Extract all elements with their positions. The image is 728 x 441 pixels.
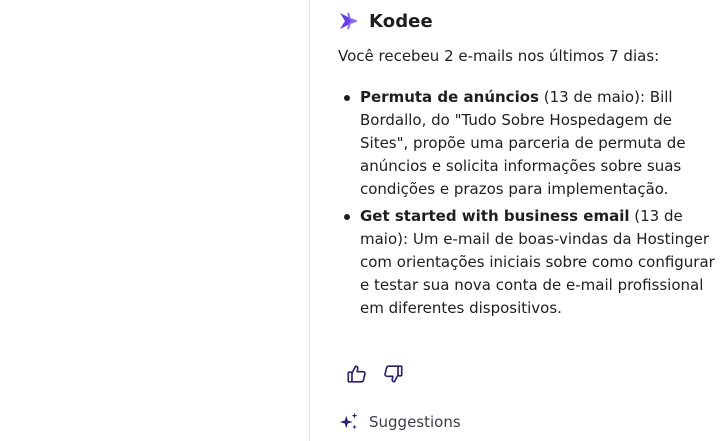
- email-subject: Get started with business email: [360, 207, 630, 225]
- email-summary: : Um e-mail de boas-vindas da Hostinger …: [360, 230, 715, 317]
- bullet-icon: [344, 214, 350, 220]
- thumbs-down-icon[interactable]: [382, 363, 404, 385]
- assistant-header: Kodee: [338, 9, 433, 33]
- bullet-icon: [344, 95, 350, 101]
- email-date: (13 de maio): [543, 88, 640, 106]
- feedback-bar: [346, 362, 404, 386]
- email-summary-list: Permuta de anúncios (13 de maio): Bill B…: [338, 86, 718, 324]
- list-item: Get started with business email (13 de m…: [338, 205, 718, 320]
- suggestions-toggle[interactable]: Suggestions: [338, 410, 461, 434]
- suggestions-label: Suggestions: [369, 413, 461, 431]
- assistant-chat-panel: Kodee Você recebeu 2 e-mails nos últimos…: [338, 0, 718, 441]
- list-item: Permuta de anúncios (13 de maio): Bill B…: [338, 86, 718, 201]
- sparkle-icon: [338, 411, 360, 433]
- email-subject: Permuta de anúncios: [360, 88, 539, 106]
- message-intro: Você recebeu 2 e-mails nos últimos 7 dia…: [338, 47, 660, 65]
- thumbs-up-icon[interactable]: [346, 363, 368, 385]
- assistant-name: Kodee: [369, 10, 433, 32]
- kodee-logo-icon: [338, 11, 358, 31]
- left-pane: [0, 0, 310, 441]
